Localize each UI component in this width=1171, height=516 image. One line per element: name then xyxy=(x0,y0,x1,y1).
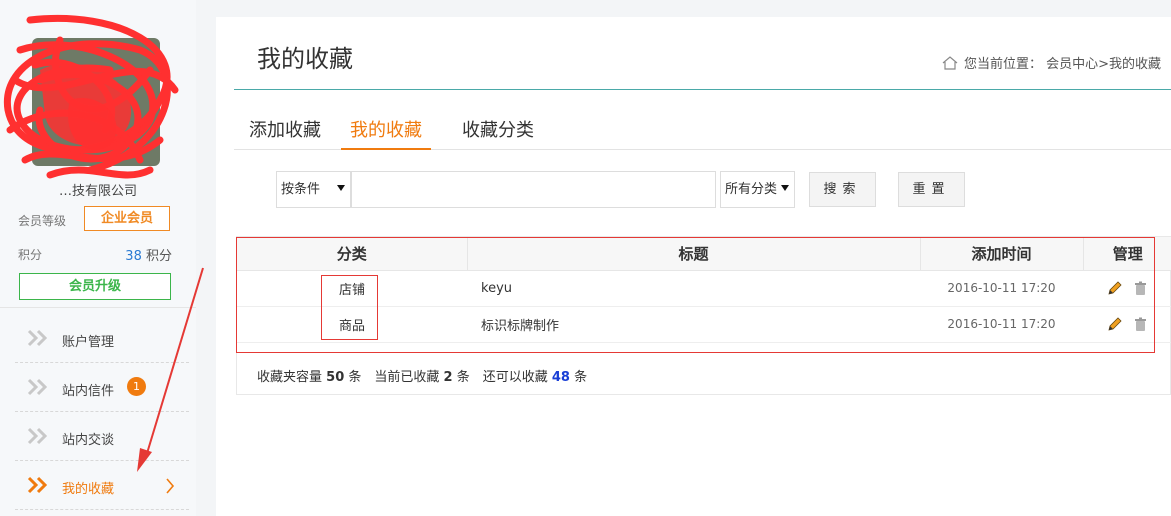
reset-button[interactable]: 重置 xyxy=(898,172,965,207)
breadcrumb-path[interactable]: 会员中心>我的收藏 xyxy=(1046,57,1161,72)
summary-text-3: 条 还可以收藏 xyxy=(456,370,548,385)
sidebar-item-chat[interactable]: 站内交谈 xyxy=(15,412,189,461)
sidebar-item-label: 账户管理 xyxy=(62,335,115,350)
tab-my-favorites[interactable]: 我的收藏 xyxy=(341,116,431,150)
member-level-label: 会员等级 xyxy=(18,214,67,228)
sidebar-divider xyxy=(0,307,196,308)
points-value: 38 xyxy=(125,249,142,264)
points-unit: 积分 xyxy=(145,249,172,264)
category-select-value: 所有分类 xyxy=(725,182,778,197)
summary-text-4: 条 xyxy=(574,370,588,385)
double-chevron-icon xyxy=(27,378,48,396)
sidebar-item-account[interactable]: 账户管理 xyxy=(15,314,189,363)
condition-select-value: 按条件 xyxy=(281,182,321,197)
member-level-row: 会员等级 企业会员 xyxy=(18,206,178,232)
points-label: 积分 xyxy=(18,248,43,262)
breadcrumb: 您当前位置： 会员中心>我的收藏 xyxy=(942,53,1161,72)
sidebar-item-label: 站内交谈 xyxy=(62,433,115,448)
double-chevron-icon xyxy=(27,329,48,347)
double-chevron-icon xyxy=(27,476,48,494)
caret-down-icon xyxy=(781,185,789,191)
tab-favorite-categories[interactable]: 收藏分类 xyxy=(453,116,543,150)
unread-count-badge: 1 xyxy=(127,377,146,396)
avatar-area: …技有限公司 xyxy=(0,10,190,200)
condition-select[interactable]: 按条件 xyxy=(276,171,351,208)
member-level-badge: 企业会员 xyxy=(84,206,170,231)
sidebar-item-label: 站内信件 xyxy=(62,384,115,399)
points-value-wrap: 38 积分 xyxy=(125,245,172,264)
title-divider xyxy=(234,89,1171,90)
used-value: 2 xyxy=(443,370,453,385)
keyword-input[interactable] xyxy=(351,171,716,208)
annotation-box-category xyxy=(321,275,378,340)
home-icon[interactable] xyxy=(942,56,958,70)
category-select[interactable]: 所有分类 xyxy=(720,171,795,208)
sidebar: …技有限公司 会员等级 企业会员 积分 38 积分 会员升级 账户管理 站内信件… xyxy=(0,0,196,516)
breadcrumb-prefix: 您当前位置： xyxy=(964,57,1043,72)
page-title: 我的收藏 xyxy=(257,45,353,73)
double-chevron-icon xyxy=(27,427,48,445)
remaining-value: 48 xyxy=(551,370,570,385)
upgrade-button[interactable]: 会员升级 xyxy=(19,273,171,300)
red-scribble-redaction xyxy=(3,15,179,179)
capacity-summary: 收藏夹容量 50 条 当前已收藏 2 条 还可以收藏 48 条 xyxy=(257,366,587,385)
company-name: …技有限公司 xyxy=(58,184,137,199)
capacity-value: 50 xyxy=(326,370,345,385)
tab-add-favorite[interactable]: 添加收藏 xyxy=(240,116,330,150)
tab-bar: 添加收藏 我的收藏 收藏分类 xyxy=(234,107,1171,150)
search-button[interactable]: 搜索 xyxy=(809,172,876,207)
summary-text-2: 条 当前已收藏 xyxy=(348,370,440,385)
sidebar-item-messages[interactable]: 站内信件 1 xyxy=(15,363,189,412)
caret-down-icon xyxy=(337,185,345,191)
sidebar-menu: 账户管理 站内信件 1 站内交谈 我的收藏 xyxy=(15,314,189,510)
sidebar-item-label: 我的收藏 xyxy=(62,482,115,497)
points-row: 积分 38 积分 xyxy=(18,244,178,264)
chevron-right-icon xyxy=(166,478,175,494)
summary-text-1: 收藏夹容量 xyxy=(257,370,323,385)
sidebar-item-favorites[interactable]: 我的收藏 xyxy=(15,461,189,510)
